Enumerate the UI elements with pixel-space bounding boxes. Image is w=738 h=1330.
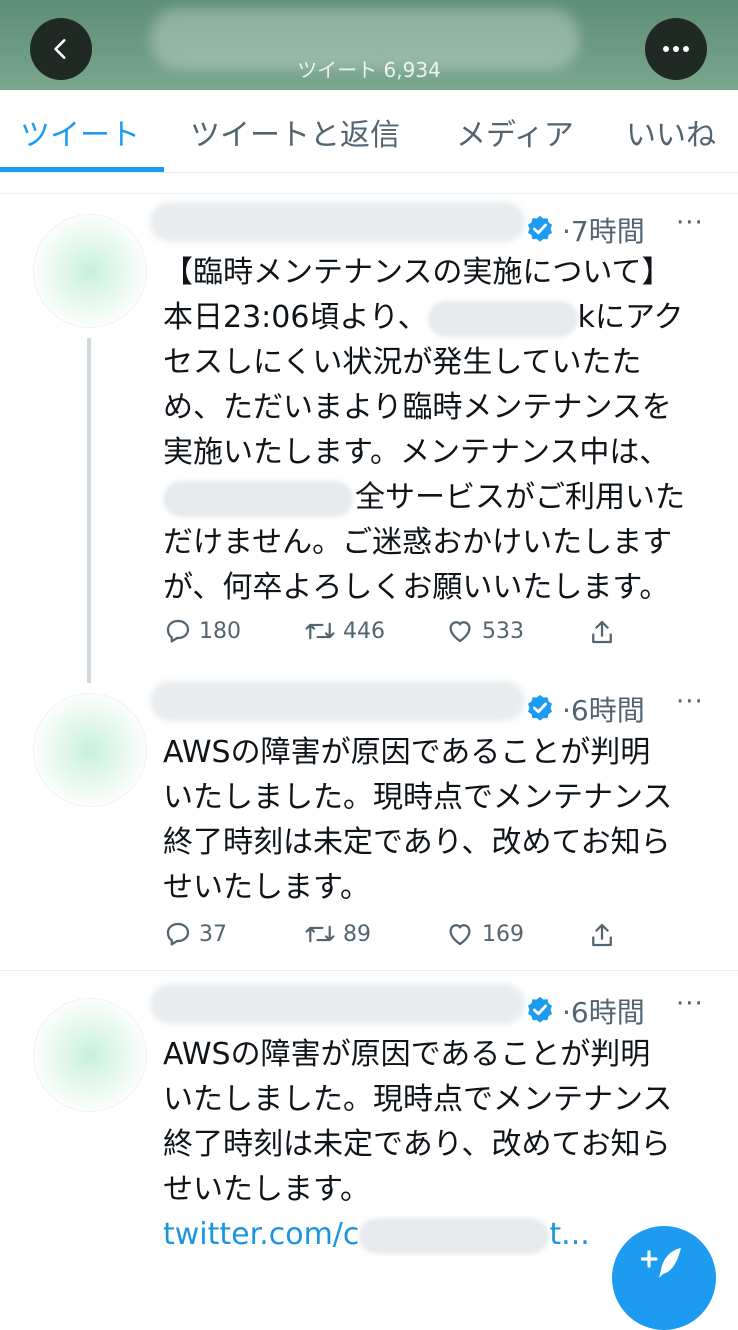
reply-icon xyxy=(166,619,190,643)
avatar[interactable] xyxy=(33,998,147,1112)
share-icon xyxy=(592,923,612,947)
author-name-blurred[interactable] xyxy=(150,681,525,721)
tweet-menu-icon[interactable]: ··· xyxy=(676,208,704,238)
author-name-blurred[interactable] xyxy=(150,202,525,242)
tab-media[interactable]: メディア xyxy=(456,110,574,154)
tab-tweets-and-replies[interactable]: ツイートと返信 xyxy=(190,110,400,154)
active-tab-indicator xyxy=(0,167,164,172)
tweet-actions: 180 446 533 xyxy=(163,616,683,656)
tabs-divider xyxy=(0,173,738,194)
tab-likes[interactable]: いいね xyxy=(626,110,716,154)
redacted-text xyxy=(427,300,578,337)
like-icon xyxy=(449,924,471,946)
tweet-text: AWSの障害が原因であることが判明 いたしました。現時点でメンテナンス 終了時刻… xyxy=(163,735,673,905)
compose-icon xyxy=(641,1248,681,1278)
thread-line xyxy=(87,338,91,683)
tweet-text: 【臨時メンテナンスの実施について】 本日23:06頃より、 kにアク セスしにくい… xyxy=(163,255,685,605)
verified-icon xyxy=(528,694,552,721)
avatar[interactable] xyxy=(33,693,147,807)
avatar[interactable] xyxy=(33,214,147,328)
like-button[interactable]: 533 xyxy=(444,616,524,646)
tweet-time: ·6時間 xyxy=(562,996,645,1029)
share-button[interactable] xyxy=(587,919,623,951)
tweet-actions: 37 89 169 xyxy=(163,919,683,959)
retweet-icon xyxy=(305,622,335,640)
tweet-divider xyxy=(0,970,738,971)
tweet-menu-icon[interactable]: ··· xyxy=(676,687,704,717)
retweet-icon xyxy=(305,925,335,943)
compose-button[interactable] xyxy=(612,1226,716,1330)
redacted-text xyxy=(163,480,353,517)
tab-tweets[interactable]: ツイート xyxy=(20,110,140,154)
tweet-time: ·6時間 xyxy=(562,694,645,727)
retweet-button[interactable]: 89 xyxy=(303,919,371,949)
profile-tabs: ツイート ツイートと返信 メディア いいね xyxy=(0,90,738,173)
retweet-button[interactable]: 446 xyxy=(303,616,385,646)
redacted-text xyxy=(359,1217,550,1254)
verified-icon xyxy=(528,996,552,1023)
reply-icon xyxy=(166,922,190,946)
like-icon xyxy=(449,621,471,643)
reply-button[interactable]: 180 xyxy=(163,616,241,646)
share-button[interactable] xyxy=(587,616,623,648)
share-icon xyxy=(592,620,612,644)
reply-button[interactable]: 37 xyxy=(163,919,227,949)
profile-header: ツイート 6,934 xyxy=(0,0,738,90)
tweet-time: ·7時間 xyxy=(562,215,645,248)
tweet-text: AWSの障害が原因であることが判明 いたしました。現時点でメンテナンス 終了時刻… xyxy=(163,1032,713,1257)
more-icon xyxy=(663,46,689,52)
more-button[interactable] xyxy=(645,18,707,80)
tweet-count: ツイート 6,934 xyxy=(297,58,441,82)
like-button[interactable]: 169 xyxy=(444,919,524,949)
tweet-menu-icon[interactable]: ··· xyxy=(676,989,704,1019)
verified-icon xyxy=(528,215,552,242)
author-name-blurred[interactable] xyxy=(150,984,525,1024)
